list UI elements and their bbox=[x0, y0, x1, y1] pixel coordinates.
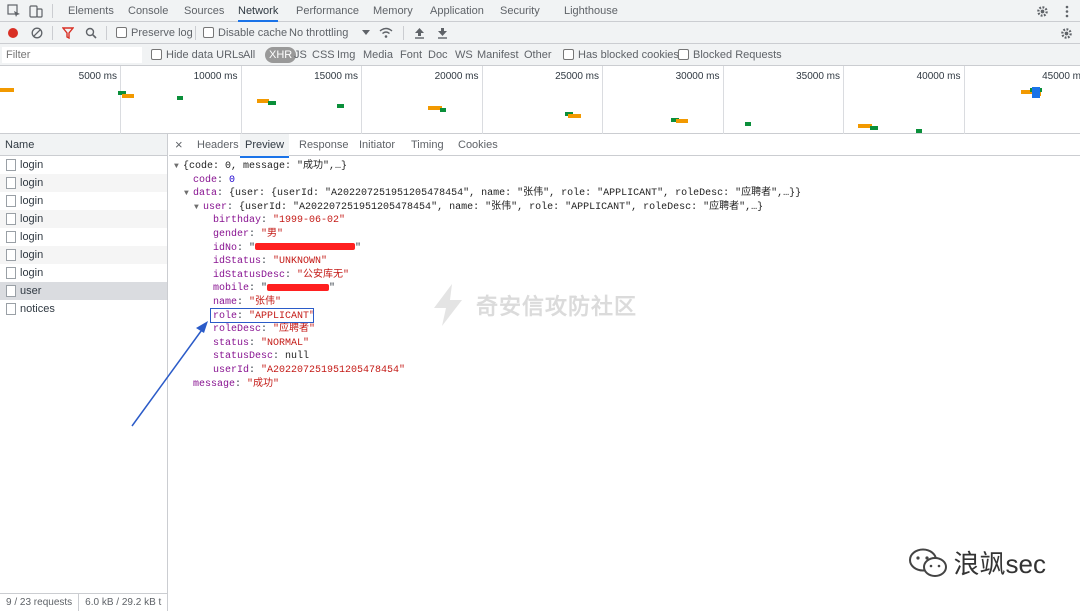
watermark-logo-icon bbox=[434, 284, 462, 326]
watermark: 奇安信攻防社区 bbox=[428, 282, 637, 328]
brand-text: 浪飒sec bbox=[953, 549, 1046, 579]
watermark-text: 奇安信攻防社区 bbox=[476, 294, 638, 319]
brand-badge: 浪飒sec bbox=[908, 544, 1046, 581]
wechat-icon bbox=[908, 548, 947, 577]
